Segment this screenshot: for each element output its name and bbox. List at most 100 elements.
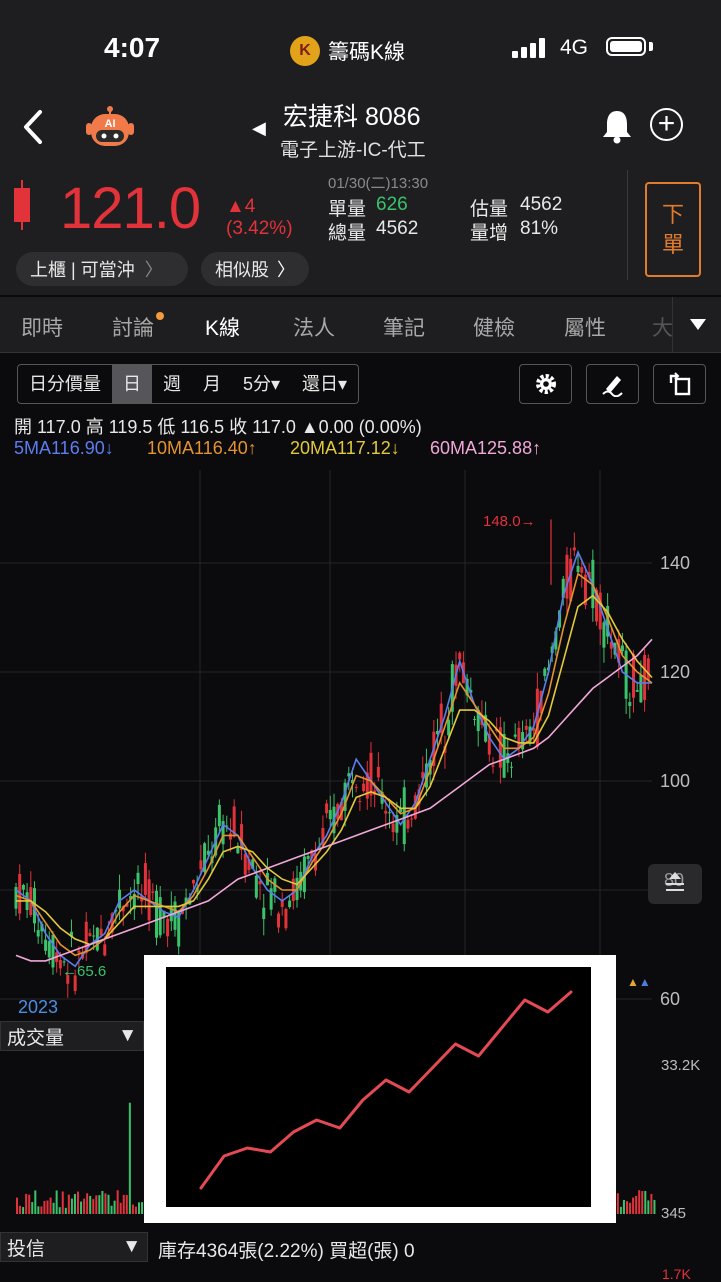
volume-bar-1 bbox=[19, 1205, 22, 1214]
tab-discussion[interactable]: 討論 bbox=[112, 312, 164, 342]
volume-bar-36 bbox=[125, 1195, 128, 1214]
tab-dropdown-icon[interactable] bbox=[672, 297, 721, 352]
candle-body-79 bbox=[306, 855, 310, 859]
tab-discussion-label: 討論 bbox=[112, 317, 154, 340]
candle-body-136 bbox=[517, 727, 521, 748]
candle-body-85 bbox=[328, 809, 332, 820]
volume-bar-34 bbox=[119, 1202, 122, 1214]
header-divider bbox=[627, 170, 628, 280]
volume-bar-33 bbox=[116, 1190, 119, 1214]
est-volume-label: 估量 bbox=[470, 199, 509, 220]
volume-bar-9 bbox=[43, 1200, 46, 1214]
place-order-button[interactable]: 下 單 bbox=[645, 182, 701, 277]
app-logo-icon: K bbox=[290, 36, 320, 66]
period-monthly[interactable]: 月 bbox=[192, 365, 232, 403]
tab-attributes[interactable]: 屬性 bbox=[564, 312, 606, 342]
ohlc-readout: 開 117.0 高 119.5 低 116.5 收 117.0 ▲0.00 (0… bbox=[14, 417, 422, 437]
tab-institutional[interactable]: 法人 bbox=[293, 312, 335, 342]
tab-more-partial[interactable]: 大 bbox=[652, 312, 673, 342]
rotate-button[interactable] bbox=[653, 364, 706, 404]
volume-increase-value: 81% bbox=[520, 218, 559, 239]
candle-body-120 bbox=[458, 652, 462, 660]
volume-bar-22 bbox=[83, 1198, 86, 1214]
volume-bar-37 bbox=[128, 1102, 131, 1214]
volume-bar-40 bbox=[138, 1202, 140, 1214]
volume-bar-206 bbox=[644, 1190, 647, 1214]
battery-icon bbox=[606, 37, 646, 56]
tab-notes[interactable]: 筆記 bbox=[383, 312, 425, 342]
bell-icon[interactable] bbox=[600, 108, 634, 149]
rotate-icon bbox=[669, 372, 690, 396]
candle-body-6 bbox=[36, 930, 40, 937]
price-change: ▲4 bbox=[226, 196, 256, 217]
total-volume-value: 4562 bbox=[376, 218, 419, 239]
candle-body-20 bbox=[88, 933, 92, 937]
settings-button[interactable] bbox=[519, 364, 572, 404]
quote-datetime: 01/30(二)13:30 bbox=[328, 175, 429, 192]
draw-button[interactable] bbox=[586, 364, 639, 404]
kline-chart[interactable] bbox=[0, 470, 660, 1010]
pen-icon bbox=[601, 376, 623, 397]
candle-body-74 bbox=[288, 900, 292, 907]
candle-body-9 bbox=[47, 941, 51, 958]
volume-bar-2 bbox=[22, 1207, 25, 1214]
volume-bar-14 bbox=[58, 1207, 61, 1214]
single-volume-value: 626 bbox=[376, 194, 408, 215]
candle-icon bbox=[10, 180, 34, 235]
volume-bar-203 bbox=[635, 1195, 638, 1214]
volume-bar-205 bbox=[641, 1191, 644, 1214]
market-tag[interactable]: 上櫃 | 可當沖 〉 bbox=[16, 252, 188, 286]
battery-tip bbox=[649, 42, 653, 51]
volume-bar-8 bbox=[40, 1206, 43, 1214]
volume-bar-35 bbox=[122, 1194, 125, 1214]
candle-body-39 bbox=[158, 897, 162, 936]
price-adjust[interactable]: 還日▾ bbox=[291, 365, 358, 403]
stock-name[interactable]: 宏捷科 8086 bbox=[283, 97, 421, 133]
chart-zoom-handle[interactable]: 80 bbox=[648, 864, 702, 904]
candle-body-2 bbox=[21, 884, 25, 890]
indicator-selector-volume[interactable]: 成交量 ▼ bbox=[0, 1021, 144, 1051]
volume-bar-3 bbox=[25, 1193, 28, 1214]
back-chevron-icon[interactable] bbox=[20, 108, 46, 156]
add-watchlist-icon[interactable]: + bbox=[650, 108, 683, 141]
candle-body-62 bbox=[243, 853, 247, 875]
volume-bar-202 bbox=[632, 1197, 635, 1214]
inset-trend-path bbox=[199, 990, 573, 1190]
candle-body-84 bbox=[325, 803, 329, 814]
candle-body-55 bbox=[217, 804, 221, 827]
candle-body-102 bbox=[391, 823, 395, 833]
period-daily[interactable]: 日 bbox=[112, 365, 152, 403]
volume-bar-208 bbox=[650, 1193, 653, 1214]
volume-bar-41 bbox=[141, 1202, 144, 1214]
tab-realtime[interactable]: 即時 bbox=[21, 312, 63, 342]
ai-label: AI bbox=[105, 118, 116, 130]
tab-health[interactable]: 健檢 bbox=[473, 312, 515, 342]
candle-body-67 bbox=[262, 907, 266, 920]
similar-stocks-button[interactable]: 相似股 〉 bbox=[201, 252, 309, 286]
order-label-1: 下 bbox=[661, 201, 684, 227]
candle-body-93 bbox=[358, 800, 362, 802]
candle-body-152 bbox=[576, 565, 580, 573]
period-5min[interactable]: 5分▾ bbox=[232, 365, 291, 403]
volume-bar-198 bbox=[619, 1206, 622, 1214]
volume-bar-207 bbox=[647, 1200, 650, 1214]
y-tick-60: 60 bbox=[660, 989, 681, 1009]
candle-body-8 bbox=[44, 939, 48, 951]
candle-body-98 bbox=[376, 766, 380, 778]
period-weekly[interactable]: 週 bbox=[152, 365, 192, 403]
stock-switch-left-icon[interactable]: ◀ bbox=[252, 118, 266, 139]
period-selector: 日分價量 日 週 月 5分▾ 還日▾ bbox=[17, 364, 360, 404]
volume-bar-15 bbox=[61, 1191, 64, 1214]
app-title: K 籌碼K線 bbox=[290, 36, 405, 66]
period-intraday[interactable]: 日分價量 bbox=[18, 365, 112, 403]
candle-body-21 bbox=[92, 935, 96, 937]
candle-body-124 bbox=[473, 718, 477, 720]
indicator-selector-investment-trust[interactable]: 投信 ▼ bbox=[0, 1232, 148, 1262]
volume-bar-4 bbox=[28, 1194, 31, 1214]
y-tick-140: 140 bbox=[660, 553, 691, 573]
tab-kline[interactable]: K線 bbox=[205, 312, 240, 342]
signal-icon bbox=[512, 38, 545, 58]
indicator-volume-label: 成交量 bbox=[7, 1027, 65, 1049]
total-volume-label: 總量 bbox=[328, 223, 367, 244]
ai-robot-icon[interactable]: AI bbox=[82, 106, 138, 148]
